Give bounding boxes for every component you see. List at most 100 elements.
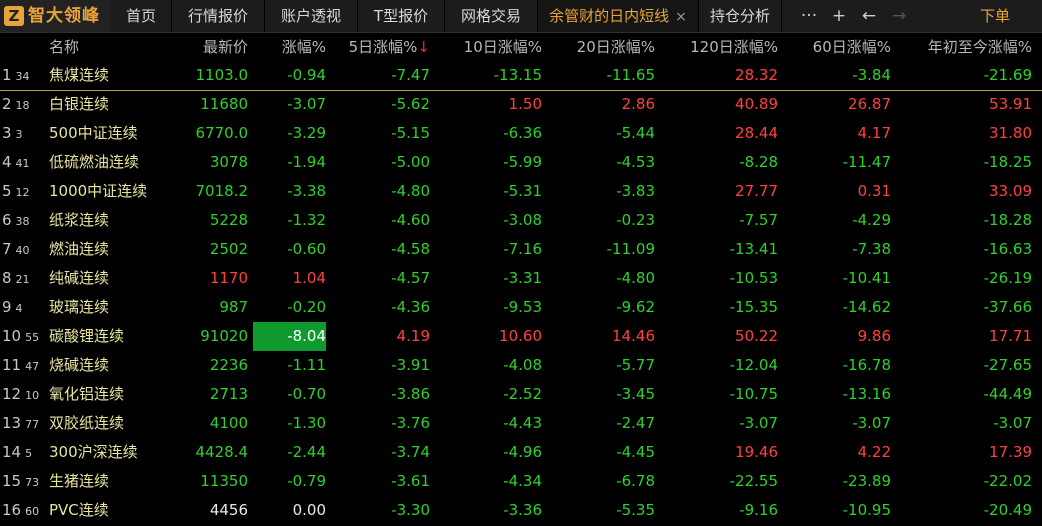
sort-desc-icon: ↓ <box>417 38 430 56</box>
table-row[interactable]: 10 55 碳酸锂连续 91020 -8.04 4.19 10.60 14.46 50.22 9.… <box>0 322 1042 351</box>
tab-home[interactable]: 首页 <box>111 0 172 32</box>
change-10d-cell: -6.36 <box>503 124 542 142</box>
change-10d-cell: -7.16 <box>503 240 542 258</box>
change-cell: -3.29 <box>287 124 326 142</box>
table-row[interactable]: 7 40 燃油连续 2502 -0.60 -4.58 -7.16 -11.09 -13.41 -7… <box>0 235 1042 264</box>
table-row[interactable]: 5 12 1000中证连续 7018.2 -3.38 -4.80 -5.31 -3.83 27.… <box>0 177 1042 206</box>
table-row[interactable]: 4 41 低硫燃油连续 3078 -1.94 -5.00 -5.99 -4.53 -8.28 -1… <box>0 148 1042 177</box>
logo-mark-icon: Z <box>4 6 24 26</box>
tab-quotes[interactable]: 行情报价 <box>172 0 265 32</box>
contract-name-cell[interactable]: 碳酸锂连续 <box>49 322 124 351</box>
tab-account[interactable]: 账户透视 <box>265 0 358 32</box>
change-cell: -1.32 <box>287 211 326 229</box>
col-price-header[interactable]: 最新价 <box>150 33 248 61</box>
row-sub-index: 38 <box>15 215 30 228</box>
change-10d-cell: -9.53 <box>503 298 542 316</box>
contract-name-cell[interactable]: 白银连续 <box>49 90 109 119</box>
price-cell: 2502 <box>209 240 248 258</box>
tab-t-quote[interactable]: T型报价 <box>358 0 445 32</box>
close-icon[interactable]: × <box>675 9 687 25</box>
app-logo[interactable]: Z 智大领峰 <box>0 0 110 32</box>
change-5d-cell: -4.57 <box>391 269 430 287</box>
change-10d-cell: -13.15 <box>493 66 542 84</box>
change-20d-cell: -5.77 <box>616 356 655 374</box>
table-row[interactable]: 11 47 烧碱连续 2236 -1.11 -3.91 -4.08 -5.77 -12.04 -1… <box>0 351 1042 380</box>
col-change-header[interactable]: 涨幅% <box>250 33 326 61</box>
change-ytd-cell: -18.25 <box>983 153 1032 171</box>
col-name-header[interactable]: 名称 <box>49 33 79 61</box>
col-60d-header[interactable]: 60日涨幅% <box>790 33 891 61</box>
row-number: 10 <box>2 327 22 345</box>
change-5d-cell: -3.30 <box>391 501 430 519</box>
change-10d-cell: -4.43 <box>503 414 542 432</box>
row-number: 6 <box>2 211 12 229</box>
change-5d-cell: -3.86 <box>391 385 430 403</box>
contract-name-cell[interactable]: 燃油连续 <box>49 235 109 264</box>
contract-name-cell[interactable]: 双胶纸连续 <box>49 409 124 438</box>
contract-name-cell[interactable]: 生猪连续 <box>49 467 109 496</box>
contract-name-cell[interactable]: 氧化铝连续 <box>49 380 124 409</box>
row-index: 2 18 <box>2 90 30 119</box>
table-row[interactable]: 1 34 焦煤连续 1103.0 -0.94 -7.47 -13.15 -11.65 28.32… <box>0 61 1042 91</box>
forward-arrow-icon[interactable]: → <box>887 0 911 32</box>
change-cell: -3.38 <box>287 182 326 200</box>
change-ytd-cell: 53.91 <box>989 95 1032 113</box>
change-120d-cell: -9.16 <box>739 501 778 519</box>
table-row[interactable]: 15 73 生猪连续 11350 -0.79 -3.61 -4.34 -6.78 -22.55 -… <box>0 467 1042 496</box>
table-row[interactable]: 2 18 白银连续 11680 -3.07 -5.62 1.50 2.86 40.89 26.87… <box>0 90 1042 119</box>
tab-intraday-active[interactable]: 余管财的日内短线 × <box>538 0 699 32</box>
table-row[interactable]: 16 60 PVC连续 4456 0.00 -3.30 -3.36 -5.35 -9.16 -10… <box>0 496 1042 525</box>
change-ytd-cell: -22.02 <box>983 472 1032 490</box>
tab-grid-trading[interactable]: 网格交易 <box>445 0 538 32</box>
col-ytd-header[interactable]: 年初至今涨幅% <box>900 33 1032 61</box>
change-10d-cell: -3.36 <box>503 501 542 519</box>
change-cell: -1.30 <box>287 414 326 432</box>
price-cell: 1170 <box>209 269 248 287</box>
change-5d-cell: -5.00 <box>391 153 430 171</box>
change-5d-cell: -5.15 <box>391 124 430 142</box>
row-number: 3 <box>2 124 12 142</box>
contract-name-cell[interactable]: 焦煤连续 <box>49 61 109 90</box>
back-arrow-icon[interactable]: ← <box>857 0 881 32</box>
change-5d-cell: -4.80 <box>391 182 430 200</box>
change-5d-cell: -3.61 <box>391 472 430 490</box>
contract-name-cell[interactable]: 1000中证连续 <box>49 177 147 206</box>
row-index: 33 <box>2 119 23 148</box>
table-row[interactable]: 12 10 氧化铝连续 2713 -0.70 -3.86 -2.52 -3.45 -10.75 -… <box>0 380 1042 409</box>
table-row[interactable]: 3 3 500中证连续 6770.0 -3.29 -5.15 -6.36 -5.44 28.44… <box>0 119 1042 148</box>
price-cell: 4456 <box>209 501 248 519</box>
change-120d-cell: 28.44 <box>735 124 778 142</box>
table-row[interactable]: 13 77 双胶纸连续 4100 -1.30 -3.76 -4.43 -2.47 -3.07 -3… <box>0 409 1042 438</box>
col-5d-header[interactable]: 5日涨幅%↓ <box>330 33 430 61</box>
col-20d-header[interactable]: 20日涨幅% <box>548 33 655 61</box>
row-index: 11 47 <box>2 351 39 380</box>
table-row[interactable]: 14 5 300沪深连续 4428.4 -2.44 -3.74 -4.96 -4.45 19.4… <box>0 438 1042 467</box>
change-5d-cell: -3.76 <box>391 414 430 432</box>
change-120d-cell: 28.32 <box>735 66 778 84</box>
table-row[interactable]: 8 21 纯碱连续 1170 1.04 -4.57 -3.31 -4.80 -10.53 -10.… <box>0 264 1042 293</box>
row-sub-index: 40 <box>15 244 30 257</box>
tab-positions[interactable]: 持仓分析 <box>699 0 782 32</box>
change-60d-cell: -11.47 <box>842 153 891 171</box>
contract-name-cell[interactable]: 纯碱连续 <box>49 264 109 293</box>
change-ytd-cell: -3.07 <box>993 414 1032 432</box>
more-icon[interactable]: ··· <box>797 0 821 32</box>
tab-label: 首页 <box>125 7 156 25</box>
col-120d-header[interactable]: 120日涨幅% <box>660 33 778 61</box>
change-120d-cell: -15.35 <box>729 298 778 316</box>
contract-name-cell[interactable]: PVC连续 <box>49 496 109 525</box>
contract-name-cell[interactable]: 300沪深连续 <box>49 438 138 467</box>
contract-name-cell[interactable]: 500中证连续 <box>49 119 138 148</box>
add-tab-icon[interactable]: + <box>827 0 851 32</box>
table-row[interactable]: 6 38 纸浆连续 5228 -1.32 -4.60 -3.08 -0.23 -7.57 -4.2… <box>0 206 1042 235</box>
contract-name-cell[interactable]: 烧碱连续 <box>49 351 109 380</box>
contract-name-cell[interactable]: 低硫燃油连续 <box>49 148 139 177</box>
change-60d-cell: -4.29 <box>852 211 891 229</box>
contract-name-cell[interactable]: 玻璃连续 <box>49 293 109 322</box>
place-order-button[interactable]: 下单 <box>980 0 1010 32</box>
change-cell: -0.94 <box>287 66 326 84</box>
contract-name-cell[interactable]: 纸浆连续 <box>49 206 109 235</box>
table-row[interactable]: 9 4 玻璃连续 987 -0.20 -4.36 -9.53 -9.62 -15.35 -14.6… <box>0 293 1042 322</box>
col-10d-header[interactable]: 10日涨幅% <box>440 33 542 61</box>
change-ytd-cell: 17.39 <box>989 443 1032 461</box>
